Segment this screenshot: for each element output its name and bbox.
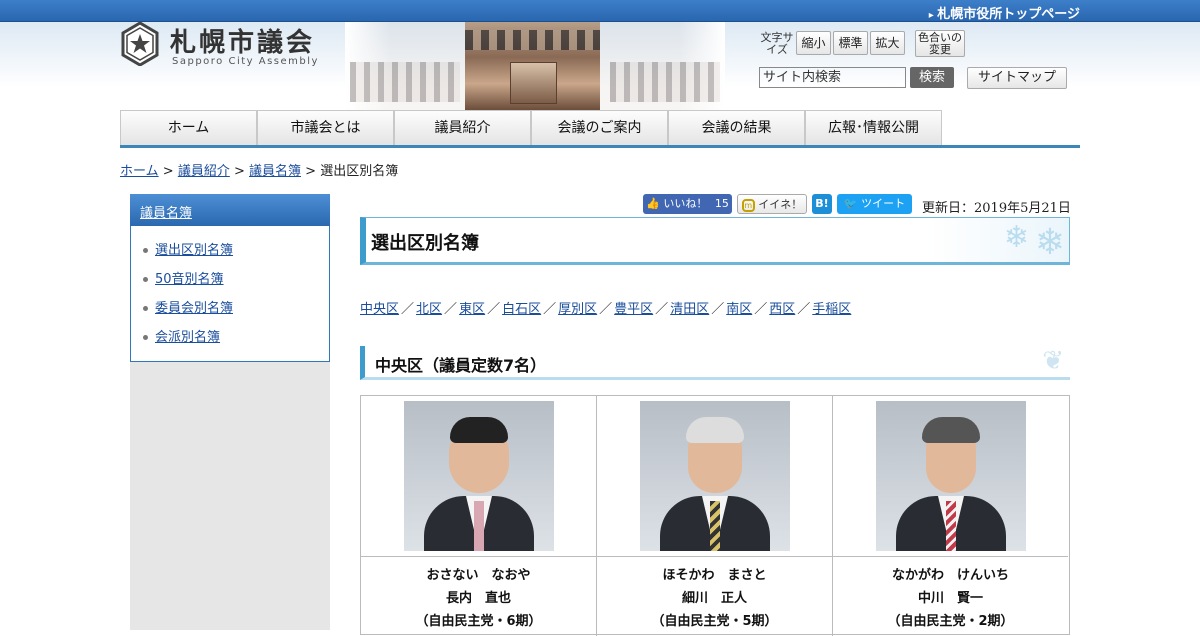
member-card: ほそかわ まさと 細川 正人 （自由民主党・5期） (597, 396, 833, 636)
facebook-like-button[interactable]: 👍 いいね！ 15 (643, 194, 732, 214)
hatena-bookmark-button[interactable]: B! (812, 194, 832, 214)
ward-link-higashi[interactable]: 東区 (459, 302, 485, 317)
city-top-link[interactable]: 札幌市役所トップページ (929, 3, 1080, 22)
breadcrumb-current: 選出区別名簿 (320, 164, 399, 179)
nav-about[interactable]: 市議会とは (257, 110, 394, 145)
member-table: おさない なおや 長内 直也 （自由民主党・6期） ほそかわ まさと 細川 正人… (360, 395, 1070, 636)
breadcrumb-roster[interactable]: 議員名簿 (249, 164, 301, 179)
leaf-ornament-icon: ❦ (1042, 346, 1064, 376)
member-name: 細川 正人 (681, 591, 747, 606)
sidebar-item-faction: 会派別名簿 (143, 326, 233, 355)
twitter-bird-icon: 🐦 (843, 197, 858, 210)
member-name: 中川 賢一 (917, 591, 983, 606)
ward-link-shiroishi[interactable]: 白石区 (502, 302, 541, 317)
text-size-label: 文字サイズ (760, 31, 794, 56)
ward-link-minami[interactable]: 南区 (726, 302, 752, 317)
sidebar-item-committee: 委員会別名簿 (143, 297, 233, 326)
sidebar-link-district[interactable]: 選出区別名簿 (155, 243, 233, 258)
sidebar: 議員名簿 選出区別名簿 50音別名簿 委員会別名簿 会派別名簿 (130, 194, 330, 630)
ward-link-atsubetsu[interactable]: 厚別区 (558, 302, 597, 317)
member-name: 長内 直也 (445, 591, 511, 606)
sidebar-heading-link[interactable]: 議員名簿 (140, 202, 192, 221)
ward-links: 中央区／北区／東区／白石区／厚別区／豊平区／清田区／南区／西区／手稲区 (360, 302, 852, 317)
member-photo[interactable] (876, 401, 1026, 551)
mixi-icon: m (741, 198, 755, 212)
bullet-icon (143, 306, 148, 311)
member-card: おさない なおや 長内 直也 （自由民主党・6期） (361, 396, 597, 636)
snowflake-icon: ❄ (1034, 222, 1065, 263)
site-name-english: Sapporo City Assembly (172, 56, 319, 67)
breadcrumb-separator: > (233, 164, 245, 179)
bullet-icon (143, 248, 148, 253)
global-nav: ホーム 市議会とは 議員紹介 会議のご案内 会議の結果 広報･情報公開 (120, 110, 1080, 148)
ward-link-teine[interactable]: 手稲区 (812, 302, 851, 317)
section-title: 中央区（議員定数7名） (375, 356, 547, 375)
member-card: なかがわ けんいち 中川 賢一 （自由民主党・2期） (833, 396, 1069, 636)
assembly-hall-photo (345, 22, 725, 110)
member-kana: なかがわ けんいち (891, 568, 1009, 583)
sidebar-item-gojuon: 50音別名簿 (143, 268, 233, 297)
member-photo[interactable] (404, 401, 554, 551)
nav-meetings[interactable]: 会議のご案内 (531, 110, 668, 145)
search-button[interactable]: 検索 (910, 67, 954, 88)
member-photo[interactable] (640, 401, 790, 551)
updated-date: 更新日：2019年5月21日 (922, 201, 1071, 216)
text-standard-button[interactable]: 標準 (833, 31, 868, 55)
color-change-button[interactable]: 色合いの変更 (915, 30, 965, 57)
bullet-icon (143, 277, 148, 282)
nav-results[interactable]: 会議の結果 (668, 110, 805, 145)
page-title: 選出区別名簿 (371, 233, 479, 254)
tweet-label: ツイート (861, 197, 906, 210)
sidebar-link-faction[interactable]: 会派別名簿 (155, 330, 220, 345)
breadcrumb-home[interactable]: ホーム (120, 164, 159, 179)
like-count: 15 (714, 197, 729, 210)
section-heading-box: 中央区（議員定数7名） ❦ (360, 346, 1070, 380)
mixi-label: イイネ！ (758, 198, 803, 211)
tweet-button[interactable]: 🐦 ツイート (837, 194, 912, 214)
ward-link-kiyota[interactable]: 清田区 (670, 302, 709, 317)
sitemap-button[interactable]: サイトマップ (967, 67, 1067, 89)
ward-link-chuo[interactable]: 中央区 (360, 302, 399, 317)
mixi-check-button[interactable]: m イイネ！ (737, 194, 807, 214)
like-label: いいね！ (663, 197, 708, 210)
sidebar-menu: 議員名簿 選出区別名簿 50音別名簿 委員会別名簿 会派別名簿 (130, 194, 330, 362)
member-kana: ほそかわ まさと (662, 568, 767, 583)
snowflake-icon: ❄ (1003, 220, 1029, 255)
sidebar-link-committee[interactable]: 委員会別名簿 (155, 301, 233, 316)
page-title-box: 選出区別名簿 ❄ ❄ (360, 217, 1070, 265)
breadcrumb: ホーム > 議員紹介 > 議員名簿 > 選出区別名簿 (120, 160, 398, 179)
site-name: 札幌市議会 (170, 28, 316, 58)
nav-home[interactable]: ホーム (120, 110, 257, 145)
sidebar-item-district: 選出区別名簿 (143, 239, 233, 268)
site-logo[interactable]: 札幌市議会 Sapporo City Assembly (120, 22, 330, 70)
ward-link-toyohira[interactable]: 豊平区 (614, 302, 653, 317)
site-search-input[interactable]: サイト内検索 (759, 67, 906, 88)
city-emblem-icon (121, 22, 159, 66)
nav-members[interactable]: 議員紹介 (394, 110, 531, 145)
breadcrumb-members[interactable]: 議員紹介 (178, 164, 230, 179)
ward-link-nishi[interactable]: 西区 (769, 302, 795, 317)
breadcrumb-separator: > (305, 164, 317, 179)
breadcrumb-separator: > (162, 164, 174, 179)
sidebar-link-gojuon[interactable]: 50音別名簿 (155, 272, 224, 287)
sidebar-heading: 議員名簿 (130, 194, 330, 226)
text-small-button[interactable]: 縮小 (796, 31, 831, 55)
thumbs-up-icon: 👍 (646, 197, 660, 210)
ward-link-kita[interactable]: 北区 (416, 302, 442, 317)
text-large-button[interactable]: 拡大 (870, 31, 905, 55)
nav-publicity[interactable]: 広報･情報公開 (805, 110, 942, 145)
bullet-icon (143, 335, 148, 340)
member-kana: おさない なおや (426, 568, 531, 583)
top-bar: 札幌市役所トップページ (0, 0, 1200, 22)
